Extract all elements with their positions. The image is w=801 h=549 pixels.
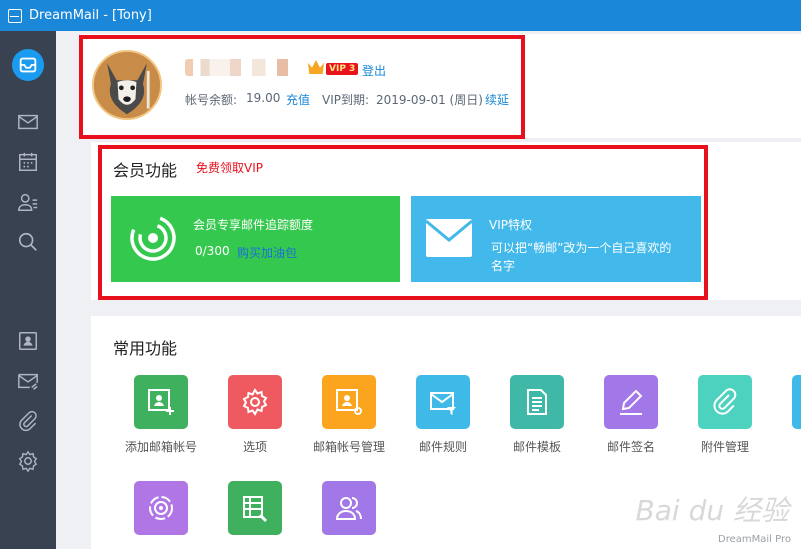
tracking-quota: 0/300 xyxy=(195,244,230,258)
member-section-title: 会员功能 xyxy=(113,161,178,180)
tile-label-add-account[interactable]: 添加邮箱帐号 xyxy=(116,438,206,455)
avatar xyxy=(92,50,162,120)
account-card-icon[interactable] xyxy=(13,326,43,356)
attachment-icon[interactable] xyxy=(13,406,43,436)
vip-expiry-label: VIP到期: xyxy=(322,93,370,107)
calendar-icon[interactable] xyxy=(13,147,43,177)
vip-level-badge: VIP 3 xyxy=(326,63,359,75)
contacts-icon[interactable] xyxy=(13,187,43,217)
tile-label-mail-template[interactable]: 邮件模板 xyxy=(497,438,577,455)
compose-icon[interactable] xyxy=(13,366,43,396)
sidebar xyxy=(0,31,56,549)
mail-filter-icon[interactable] xyxy=(416,375,470,429)
paperclip-icon[interactable] xyxy=(698,375,752,429)
balance-value: 19.00 xyxy=(246,91,281,105)
tile-label-signature[interactable]: 邮件签名 xyxy=(591,438,671,455)
tracking-title: 会员专享邮件追踪额度 xyxy=(193,218,314,232)
renew-link[interactable]: 续延 xyxy=(485,91,509,108)
vip-privilege-desc-2: 名字 xyxy=(491,259,516,273)
window-title: DreamMail - [Tony] xyxy=(29,8,152,23)
recharge-link[interactable]: 充值 xyxy=(286,91,310,108)
account-manage-icon[interactable] xyxy=(322,375,376,429)
radar-icon xyxy=(130,215,176,261)
partial-tile-icon[interactable] xyxy=(792,375,801,429)
title-bar: DreamMail - [Tony] xyxy=(0,0,801,31)
data-tools-icon[interactable] xyxy=(228,481,282,535)
free-vip-link[interactable]: 免费领取VIP xyxy=(196,159,263,176)
app-logo-icon xyxy=(8,8,22,23)
tile-label-attachments[interactable]: 附件管理 xyxy=(685,438,765,455)
tile-label-account-manage[interactable]: 邮箱帐号管理 xyxy=(304,438,394,455)
balance-label: 帐号余额: xyxy=(185,93,238,107)
account-panel xyxy=(80,34,801,138)
watermark-sub: DreamMail Pro xyxy=(718,534,791,545)
gear-icon[interactable] xyxy=(228,375,282,429)
vip-expiry-value: 2019-09-01 (周日) xyxy=(376,93,483,107)
logout-link[interactable]: 登出 xyxy=(362,62,386,79)
target-icon[interactable] xyxy=(134,481,188,535)
vip-privilege-title: VIP特权 xyxy=(489,218,532,232)
inbox-icon[interactable] xyxy=(13,107,43,137)
signature-icon[interactable] xyxy=(604,375,658,429)
buy-addon-link[interactable]: 购买加油包 xyxy=(237,244,297,261)
contacts-group-icon[interactable] xyxy=(322,481,376,535)
watermark: Bai du 经验 xyxy=(635,494,789,527)
tile-label-options[interactable]: 选项 xyxy=(215,438,295,455)
envelope-icon xyxy=(425,219,473,257)
add-account-icon[interactable] xyxy=(134,375,188,429)
vip-privilege-desc: 可以把“畅邮”改为一个自己喜欢的 xyxy=(491,241,672,255)
search-icon[interactable] xyxy=(13,227,43,257)
vip-privilege-card[interactable]: VIP特权 可以把“畅邮”改为一个自己喜欢的 名字 xyxy=(411,196,701,282)
common-section-title: 常用功能 xyxy=(113,339,178,358)
username-blurred xyxy=(185,59,297,76)
mail-app-icon[interactable] xyxy=(12,49,44,81)
tracking-quota-card[interactable]: 会员专享邮件追踪额度 0/300 购买加油包 xyxy=(111,196,400,282)
settings-icon[interactable] xyxy=(13,446,43,476)
tile-label-mail-rules[interactable]: 邮件规则 xyxy=(403,438,483,455)
template-icon[interactable] xyxy=(510,375,564,429)
